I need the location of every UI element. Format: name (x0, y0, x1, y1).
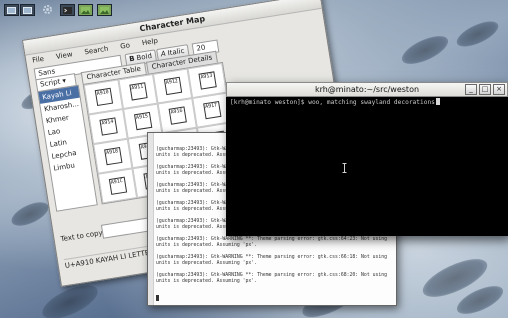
command-line: [krh@minato weston]$ woo, matching swayl… (230, 98, 440, 106)
glyph-box: A912 (163, 76, 182, 96)
glyph-box: A91C (108, 176, 127, 196)
glyph-box: A918 (103, 147, 122, 166)
glyph-box: A914 (98, 117, 118, 136)
menu-help[interactable]: Help (141, 37, 158, 47)
screen-icon[interactable] (4, 4, 19, 16)
maximize-button[interactable]: □ (479, 84, 491, 95)
text-cursor (435, 98, 440, 105)
picture-icon[interactable] (97, 4, 112, 16)
gear-icon[interactable] (41, 4, 54, 14)
log-line: units is deprecated. Assuming 'px'. (156, 279, 258, 284)
ibeam-cursor-icon (342, 163, 347, 173)
picture-icon[interactable] (78, 4, 93, 16)
terminal-window[interactable]: krh@minato:~/src/weston _ □ × [krh@minat… (226, 82, 508, 236)
scrollbar[interactable] (148, 133, 154, 305)
glyph-box: A913 (197, 71, 217, 90)
screen-icon[interactable] (20, 4, 35, 16)
glyph-box: A917 (202, 101, 221, 120)
terminal-icon[interactable] (60, 4, 75, 16)
text-to-copy-label: Text to copy: (60, 228, 105, 244)
character-cell[interactable]: A91C (97, 168, 138, 204)
close-button[interactable]: × (493, 84, 505, 95)
glyph-box: A915 (133, 111, 152, 131)
glyph-box: A910 (94, 87, 113, 107)
terminal-titlebar[interactable]: krh@minato:~/src/weston _ □ × (226, 82, 508, 97)
menu-view[interactable]: View (55, 50, 73, 61)
minimize-button[interactable]: _ (465, 84, 477, 95)
chevron-down-icon: ▾ (61, 76, 67, 86)
command-text: woo, matching swayland decorations (308, 99, 435, 106)
glyph-box: A911 (128, 82, 148, 101)
terminal-body[interactable]: [krh@minato weston]$ woo, matching swayl… (226, 96, 508, 236)
menu-go[interactable]: Go (120, 41, 131, 50)
shell-prompt: [krh@minato weston]$ (230, 99, 309, 106)
menu-file[interactable]: File (32, 55, 45, 65)
glyph-box: A916 (168, 106, 187, 125)
terminal-title: krh@minato:~/src/weston (314, 85, 420, 94)
text-cursor (156, 295, 159, 301)
